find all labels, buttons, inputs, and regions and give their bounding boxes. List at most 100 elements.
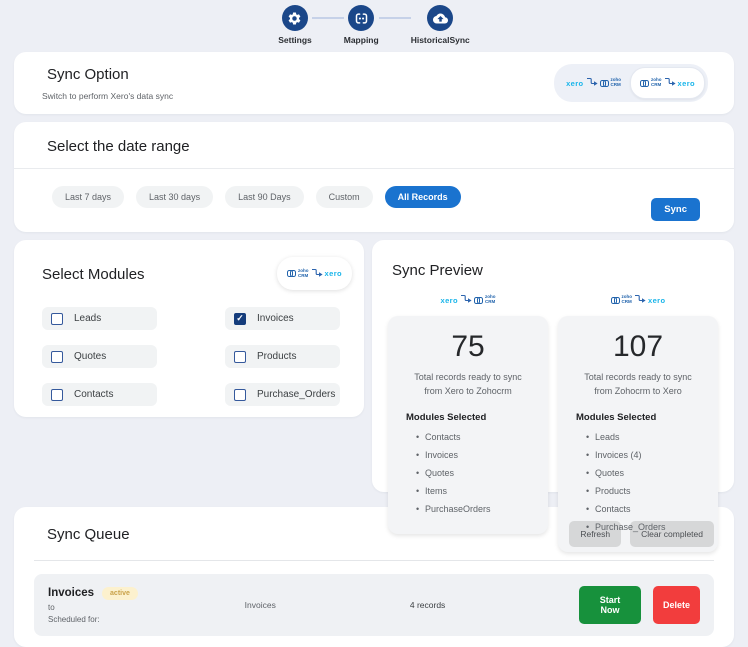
queue-item-record-count: 4 records [409,600,446,610]
settings-step-circle[interactable] [281,5,308,31]
date-range-options: Last 7 days Last 30 days Last 90 Days Custo… [52,186,734,208]
date-range-pill[interactable]: All Records [384,186,461,208]
sync-button[interactable]: Sync [651,198,700,221]
record-count: 107 [612,330,664,363]
zoho-crm-logo: zoho CRM [473,294,496,305]
modules-selected-list: LeadsInvoices (4)QuotesProductsContactsP… [568,428,708,536]
module-label: Products [257,351,297,362]
preview-columns: xero zoho CRM 75 Total records ready to sy… [388,291,718,552]
toggle-option-xero-to-zoho[interactable]: xero zoho CRM [557,68,630,98]
toggle-option-zoho-to-xero[interactable]: zoho CRM xero [630,67,705,99]
module-checkbox-row[interactable]: Products [225,345,340,368]
zoho-crm-icon [610,296,620,304]
queue-item-to-label: to [48,602,55,612]
module-checkbox[interactable] [51,388,63,401]
sync-preview-title: Sync Preview [392,262,483,279]
queue-item-module: Invoices [244,600,276,610]
elbow-arrow-icon [460,291,472,309]
crm-text-line: CRM [298,272,309,278]
gear-icon [289,11,301,24]
zoho-crm-icon [599,79,609,87]
date-range-card: Select the date range Last 7 days Last 30… [14,122,734,232]
xero-logo: xero [677,78,695,88]
module-label: Invoices [257,313,294,324]
historical-sync-step-circle[interactable] [427,5,454,31]
zoho-crm-wordmark: zoho CRM [298,268,309,279]
page: Settings Mapping HistoricalSync Sync Opt… [0,0,748,647]
queue-item-scheduled-label: Scheduled for: [48,614,100,624]
module-checkbox[interactable] [51,312,63,325]
sync-direction-toggle[interactable]: xero zoho CRM zoho CRM xero [554,64,708,102]
main-row: Select Modules zoho CRM xero Leads ✓ Invoice… [14,240,734,552]
step-historical-sync[interactable]: HistoricalSync [411,5,470,45]
date-range-pill[interactable]: Last 30 days [136,186,214,208]
xero-logo: xero [324,269,342,278]
queue-item-name-row: Invoices active [48,586,245,600]
stepper: Settings Mapping HistoricalSync [0,0,748,45]
delete-button[interactable]: Delete [652,586,700,624]
modules-selected-heading: Modules Selected [406,411,487,423]
xero-logo: xero [440,295,458,305]
module-list-item: Contacts [416,428,538,446]
module-list-item: Leads [586,428,708,446]
modules-selected-heading: Modules Selected [576,411,657,423]
step-label-settings: Settings [278,35,312,45]
record-count-description: Total records ready to sync from Xero to… [414,372,522,396]
module-list-item: PurchaseOrders [416,500,538,518]
step-settings[interactable]: Settings [278,5,312,45]
preview-panel: 75 Total records ready to sync from Xero… [388,316,548,534]
record-count: 75 [451,330,485,363]
crm-text-line: CRM [484,299,496,304]
select-modules-card: Select Modules zoho CRM xero Leads ✓ Invoice… [14,240,364,417]
elbow-arrow-icon [634,291,646,309]
zoho-to-xero-logo: zoho CRM xero [287,265,342,283]
divider [14,168,734,169]
module-label: Leads [74,313,102,324]
module-checkbox[interactable] [234,350,246,363]
module-checkbox-row[interactable]: Quotes [42,345,157,368]
module-checkbox-row[interactable]: ✓ Invoices [225,307,340,330]
step-label-historical-sync: HistoricalSync [410,35,470,45]
module-list-item: Products [586,482,708,500]
preview-panel: 107 Total records ready to sync from Zoh… [558,316,718,552]
module-checkbox-row[interactable]: Leads [42,307,157,330]
modules-selected-list: ContactsInvoicesQuotesItemsPurchaseOrder… [398,428,538,518]
date-range-pill[interactable]: Last 90 Days [225,186,304,208]
module-checkbox-row[interactable]: Contacts [42,383,157,406]
queue-item-name: Invoices [48,587,95,599]
module-label: Contacts [74,389,114,400]
xero-logo: xero [648,295,666,305]
module-list-item: Purchase_Orders [586,518,708,536]
zoho-crm-wordmark: zoho CRM [610,77,622,88]
preview-column-zoho-to-xero: zoho CRM xero 107 Total records ready to s… [558,291,718,552]
record-count-description: Total records ready to sync from Zohocrm… [584,372,692,396]
zoho-crm-icon [287,270,297,277]
module-list-item: Invoices [416,446,538,464]
crm-text-line: CRM [651,82,662,87]
zoho-crm-wordmark: zoho CRM [484,294,496,305]
mapping-step-circle[interactable] [348,5,375,31]
elbow-arrow-icon [586,74,598,92]
queue-item-row: Invoices active to Scheduled for: Invoic… [34,574,714,636]
start-now-button[interactable]: Start Now [579,586,641,624]
module-label: Purchase_Orders [257,389,336,400]
sync-preview-card: Sync Preview xero zoho CRM 75 Total record… [372,240,734,552]
stepper-connector [378,17,411,19]
date-range-pill[interactable]: Custom [315,186,373,208]
module-checkbox[interactable] [234,388,246,401]
date-range-pill[interactable]: Last 7 days [52,186,125,208]
elbow-arrow-icon [311,265,323,283]
zoho-crm-wordmark: zoho CRM [622,294,633,305]
zoho-to-xero-logo: zoho CRM xero [640,74,695,92]
module-checkbox[interactable]: ✓ [234,312,246,325]
crm-text-line: CRM [610,82,621,87]
sync-option-title: Sync Option [47,65,129,83]
module-list-item: Items [416,482,538,500]
module-checkbox-row[interactable]: Purchase_Orders [225,383,340,406]
queue-item-buttons: Start Now Delete [579,586,700,624]
step-mapping[interactable]: Mapping [344,5,379,45]
module-checkbox[interactable] [51,350,63,363]
xero-to-zoho-logo: xero zoho CRM [441,291,496,309]
queue-item-info: Invoices active to Scheduled for: [48,586,245,624]
module-list-item: Quotes [416,464,538,482]
